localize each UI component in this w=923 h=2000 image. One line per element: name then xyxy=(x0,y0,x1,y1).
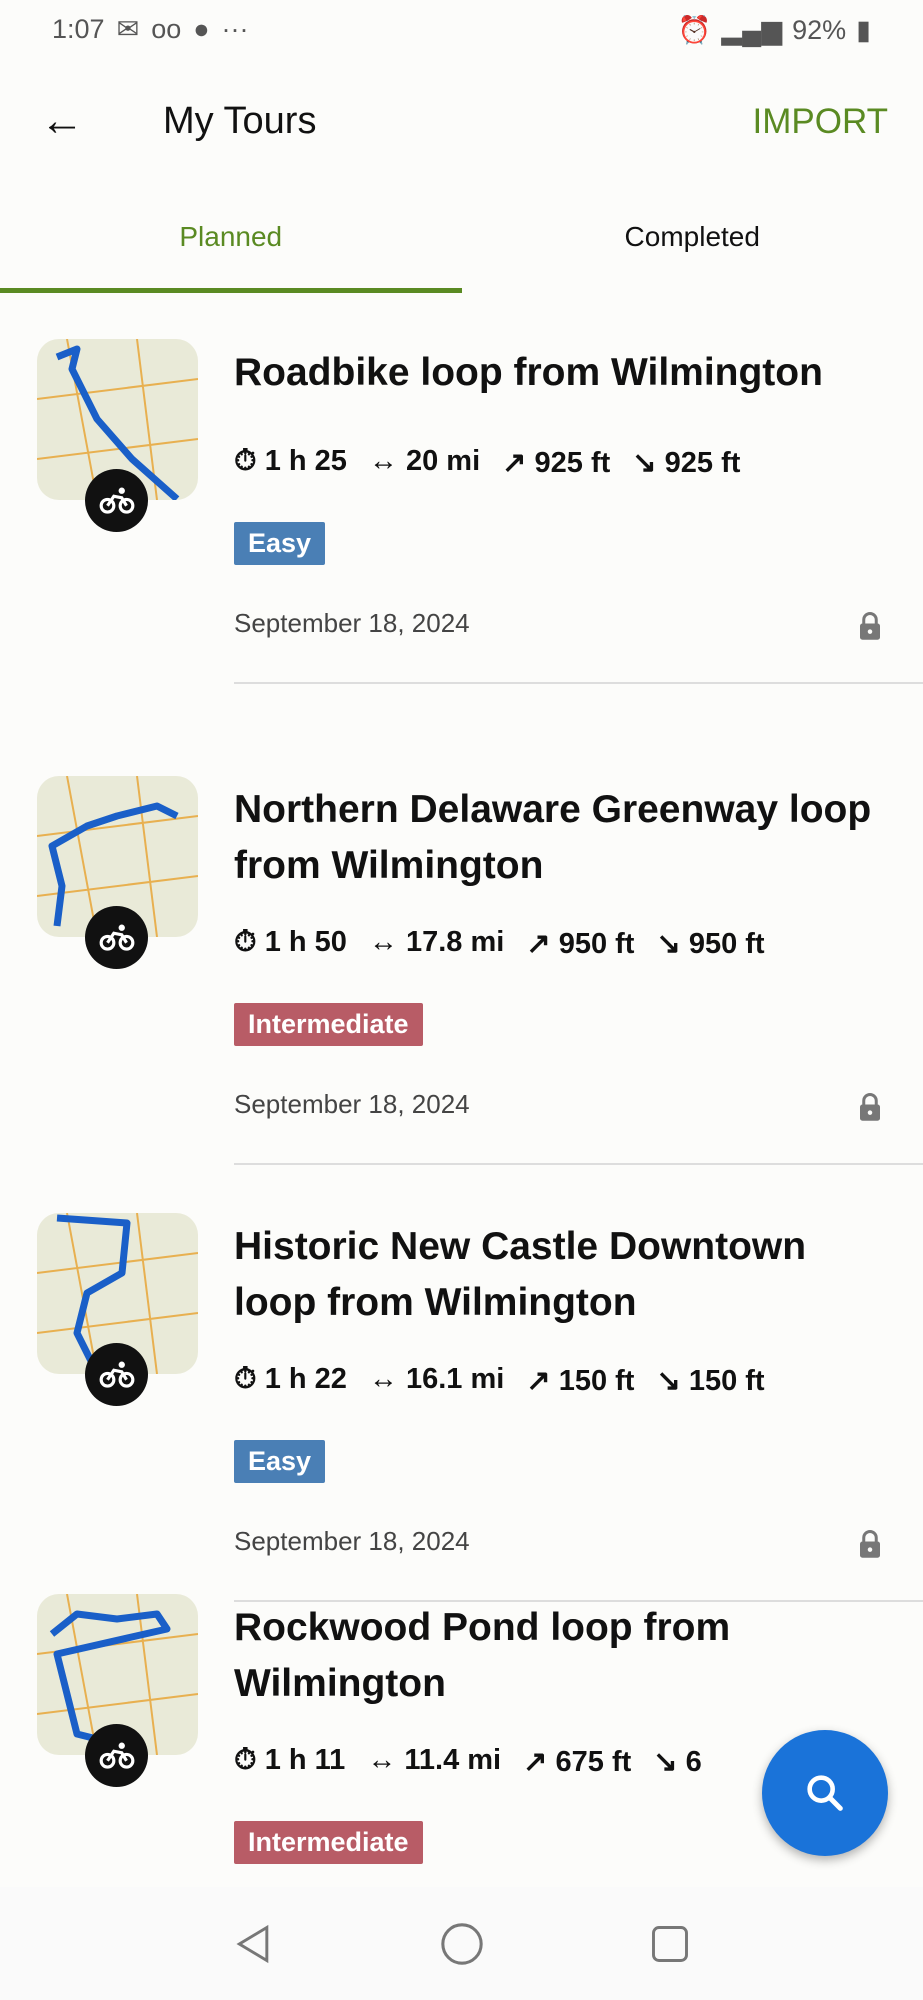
bike-icon xyxy=(85,469,148,532)
tab-bar: Planned Completed xyxy=(0,187,923,293)
system-nav-bar xyxy=(0,1887,923,2000)
clock: 1:07 xyxy=(52,14,105,44)
ascent: 675 ft xyxy=(555,1746,632,1778)
duration: 1 h 50 xyxy=(264,926,347,958)
tour-stats: ⏱ 1 h 25 ↔ 20 mi ↗ 925 ft ↘ 925 ft xyxy=(234,445,740,480)
descent-icon: ↘ xyxy=(656,928,681,960)
status-bar: 1:07 ✉ oo ● ··· ⏰ ▂▄▆ 92% ▮ xyxy=(0,0,923,62)
ascent: 950 ft xyxy=(558,928,635,960)
battery-icon: ▮ xyxy=(856,14,871,45)
bike-icon xyxy=(85,1343,148,1406)
import-button[interactable]: IMPORT xyxy=(753,102,888,142)
signal-icon: ▂▄▆ xyxy=(721,14,783,45)
battery-level: 92% xyxy=(792,14,847,45)
tour-stats: ⏱ 1 h 50 ↔ 17.8 mi ↗ 950 ft ↘ 950 ft xyxy=(234,926,765,961)
tour-title[interactable]: Roadbike loop from Wilmington xyxy=(234,345,894,401)
app-icon: ● xyxy=(193,14,210,44)
descent-icon: ↘ xyxy=(632,447,657,479)
alarm-icon: ⏰ xyxy=(677,15,712,45)
tour-title[interactable]: Historic New Castle Downtown loop from W… xyxy=(234,1219,894,1331)
stopwatch-icon: ⏱ xyxy=(234,1363,257,1395)
tab-planned[interactable]: Planned xyxy=(0,187,462,293)
distance: 16.1 mi xyxy=(405,1363,505,1395)
difficulty-badge: Easy xyxy=(234,1440,326,1483)
distance-icon: ↔ xyxy=(367,1744,397,1776)
descent: 6 xyxy=(685,1746,702,1778)
difficulty-badge: Intermediate xyxy=(234,1003,423,1046)
nav-home-icon[interactable] xyxy=(439,1921,485,1967)
ascent-icon: ↗ xyxy=(502,447,527,479)
bike-icon xyxy=(85,906,148,969)
tour-date: September 18, 2024 xyxy=(234,608,470,638)
lock-icon xyxy=(860,612,880,640)
tour-date: September 18, 2024 xyxy=(234,1526,470,1556)
ascent-icon: ↗ xyxy=(526,1365,551,1397)
voicemail-icon: oo xyxy=(151,14,182,44)
ascent: 925 ft xyxy=(534,447,611,479)
descent-icon: ↘ xyxy=(653,1746,678,1778)
tour-date: September 18, 2024 xyxy=(234,1089,470,1119)
distance: 20 mi xyxy=(405,445,481,477)
descent: 950 ft xyxy=(688,928,765,960)
tab-completed[interactable]: Completed xyxy=(462,187,923,293)
descent: 925 ft xyxy=(664,447,741,479)
ascent-icon: ↗ xyxy=(526,928,551,960)
lock-icon xyxy=(860,1093,880,1121)
tour-title[interactable]: Rockwood Pond loop from Wilmington xyxy=(234,1600,894,1712)
difficulty-badge: Easy xyxy=(234,522,326,565)
ascent: 150 ft xyxy=(558,1365,635,1397)
tour-stats: ⏱ 1 h 11 ↔ 11.4 mi ↗ 675 ft ↘ 6 xyxy=(234,1744,702,1779)
mail-icon: ✉ xyxy=(116,14,140,44)
nav-recents-icon[interactable] xyxy=(648,1922,692,1966)
search-icon xyxy=(807,1775,843,1811)
app-bar: ← My Tours IMPORT xyxy=(0,62,923,187)
distance-icon: ↔ xyxy=(368,445,398,477)
descent: 150 ft xyxy=(688,1365,765,1397)
stopwatch-icon: ⏱ xyxy=(234,1744,257,1776)
ascent-icon: ↗ xyxy=(523,1746,548,1778)
tour-stats: ⏱ 1 h 22 ↔ 16.1 mi ↗ 150 ft ↘ 150 ft xyxy=(234,1363,765,1398)
search-button[interactable] xyxy=(762,1730,888,1856)
duration: 1 h 11 xyxy=(264,1744,346,1776)
back-arrow-icon[interactable]: ← xyxy=(40,96,84,146)
distance-icon: ↔ xyxy=(368,926,398,958)
distance: 17.8 mi xyxy=(405,926,505,958)
lock-icon xyxy=(860,1530,880,1558)
difficulty-badge: Intermediate xyxy=(234,1821,423,1864)
page-title: My Tours xyxy=(163,100,317,142)
more-icon: ··· xyxy=(221,14,249,44)
tour-title[interactable]: Northern Delaware Greenway loop from Wil… xyxy=(234,782,894,894)
duration: 1 h 22 xyxy=(264,1363,347,1395)
stopwatch-icon: ⏱ xyxy=(234,445,257,477)
duration: 1 h 25 xyxy=(264,445,347,477)
divider xyxy=(234,682,923,684)
distance-icon: ↔ xyxy=(368,1363,398,1395)
stopwatch-icon: ⏱ xyxy=(234,926,257,958)
divider xyxy=(234,1163,923,1165)
bike-icon xyxy=(85,1724,148,1787)
nav-back-icon[interactable] xyxy=(232,1922,276,1966)
distance: 11.4 mi xyxy=(404,1744,502,1776)
descent-icon: ↘ xyxy=(656,1365,681,1397)
